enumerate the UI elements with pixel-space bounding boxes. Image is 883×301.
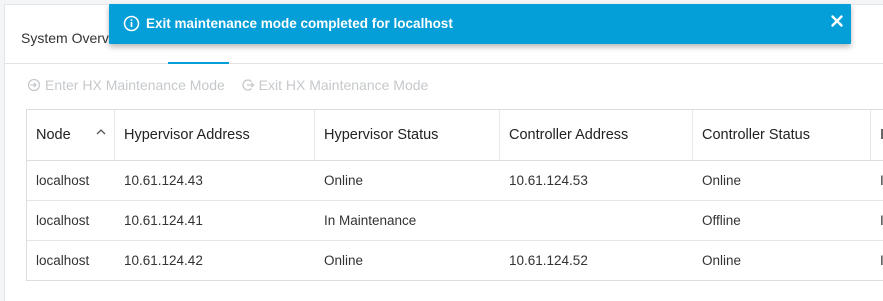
column-header-controller-status[interactable]: Controller Status: [693, 110, 871, 160]
table-row[interactable]: localhost 10.61.124.41 In Maintenance Of…: [27, 201, 883, 241]
enter-maintenance-label: Enter HX Maintenance Mode: [45, 77, 225, 93]
truncated-cell: I: [871, 161, 883, 200]
table-row[interactable]: localhost 10.61.124.42 Online 10.61.124.…: [27, 241, 883, 280]
notification-toast: Exit maintenance mode completed for loca…: [109, 4, 851, 44]
column-header-truncated[interactable]: I: [871, 110, 883, 160]
node-cell: localhost: [36, 253, 90, 268]
hypervisor-status-cell: Online: [324, 173, 364, 188]
info-icon: [123, 15, 140, 32]
hypervisor-status-cell: Online: [324, 253, 364, 268]
table-row[interactable]: localhost 10.61.124.43 Online 10.61.124.…: [27, 161, 883, 201]
enter-maintenance-button[interactable]: Enter HX Maintenance Mode: [27, 77, 225, 93]
truncated-cell: I: [871, 241, 883, 280]
column-header-hypervisor-address[interactable]: Hypervisor Address: [115, 110, 315, 160]
hypervisor-address-cell: 10.61.124.43: [124, 173, 203, 188]
table-header-row: Node Hypervisor Address Hypervisor Statu…: [27, 110, 883, 161]
column-header-hypervisor-status[interactable]: Hypervisor Status: [315, 110, 500, 160]
toast-message: Exit maintenance mode completed for loca…: [146, 16, 453, 31]
exit-maintenance-label: Exit HX Maintenance Mode: [258, 77, 429, 93]
node-cell: localhost: [36, 213, 90, 228]
nodes-table: Node Hypervisor Address Hypervisor Statu…: [26, 109, 883, 281]
system-overview-panel: System Overview Enter HX Maintenance Mod…: [4, 4, 883, 301]
controller-status-cell: Offline: [702, 213, 741, 228]
column-header-controller-address[interactable]: Controller Address: [500, 110, 693, 160]
hypervisor-status-cell: In Maintenance: [324, 213, 417, 228]
hypervisor-address-cell: 10.61.124.42: [124, 253, 203, 268]
exit-icon: [242, 79, 255, 91]
controller-status-cell: Online: [702, 173, 742, 188]
controller-address-cell: 10.61.124.52: [509, 253, 588, 268]
controller-address-cell: 10.61.124.53: [509, 173, 588, 188]
close-icon[interactable]: [830, 14, 844, 28]
controller-status-cell: Online: [702, 253, 742, 268]
exit-maintenance-button[interactable]: Exit HX Maintenance Mode: [241, 77, 429, 93]
hypervisor-address-cell: 10.61.124.41: [124, 213, 203, 228]
maintenance-actions: Enter HX Maintenance Mode Exit HX Mainte…: [27, 77, 440, 97]
truncated-cell: I: [871, 201, 883, 240]
column-header-node[interactable]: Node: [27, 110, 115, 160]
node-cell: localhost: [36, 173, 90, 188]
enter-icon: [27, 78, 41, 92]
controller-address-cell: [500, 201, 693, 240]
sort-ascending-icon[interactable]: [96, 128, 106, 136]
